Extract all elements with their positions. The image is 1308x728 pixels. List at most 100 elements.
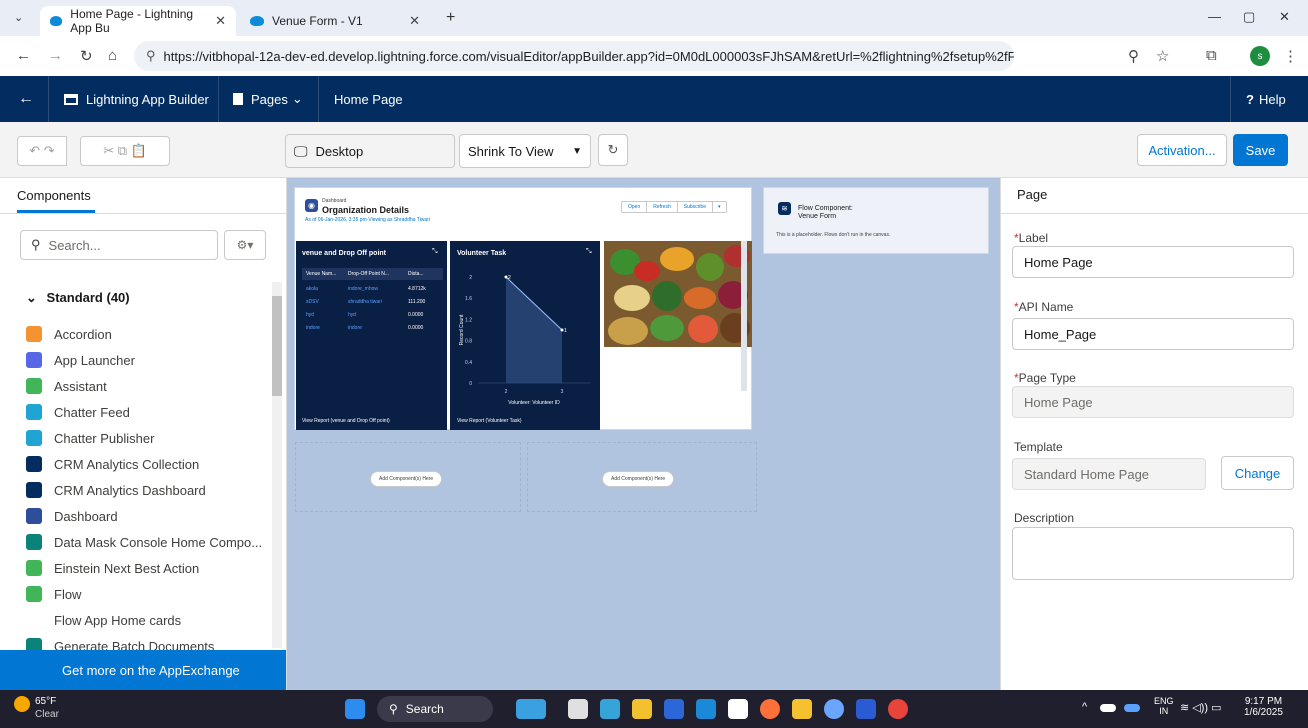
file-icon[interactable] bbox=[728, 699, 748, 719]
tab-venue-form[interactable]: Venue Form - V1 ✕ bbox=[240, 6, 430, 36]
component-item[interactable]: Accordion bbox=[26, 322, 112, 346]
site-info-icon[interactable]: ⚲ bbox=[146, 48, 156, 64]
refresh-button[interactable]: ↻ bbox=[598, 134, 628, 166]
windows-start-icon[interactable] bbox=[345, 699, 365, 719]
language-indicator[interactable]: ENG IN bbox=[1154, 696, 1174, 716]
tab-home-page[interactable]: Home Page - Lightning App Bu ✕ bbox=[40, 6, 236, 36]
change-template-button[interactable]: Change bbox=[1221, 456, 1294, 490]
view-report-link[interactable]: View Report (Volunteer Task) bbox=[457, 418, 522, 424]
zoom-select[interactable]: Shrink To View ▼ bbox=[459, 134, 591, 168]
flow-placeholder-note: This is a placeholder. Flows don't run i… bbox=[776, 232, 891, 238]
lang-code: ENG bbox=[1154, 696, 1174, 706]
home-icon[interactable]: ⌂ bbox=[108, 47, 117, 64]
expand-icon[interactable]: ⤡ bbox=[432, 248, 438, 256]
open-button[interactable]: Open bbox=[622, 202, 648, 212]
extensions-icon[interactable]: ⧉ bbox=[1206, 47, 1217, 64]
onedrive-icon[interactable] bbox=[1124, 704, 1140, 712]
table-cell: indore bbox=[306, 324, 320, 331]
close-window-icon[interactable]: ✕ bbox=[1279, 9, 1290, 25]
chevron-down-icon: ⌄ bbox=[291, 91, 303, 106]
store-icon[interactable] bbox=[632, 699, 652, 719]
add-component-button[interactable]: Add Component(s) Here bbox=[602, 471, 675, 487]
api-name-label: *API Name bbox=[1014, 300, 1074, 314]
clipboard-buttons[interactable]: ✂ ⧉ 📋 bbox=[80, 136, 170, 166]
tray-chevron-icon[interactable]: ^ bbox=[1082, 701, 1087, 713]
drop-region-left[interactable]: Add Component(s) Here bbox=[295, 442, 521, 512]
assistant-icon bbox=[26, 378, 42, 394]
component-item[interactable]: Flow App Home cards bbox=[26, 608, 181, 632]
address-bar[interactable]: ⚲ https://vitbhopal-12a-dev-ed.develop.l… bbox=[134, 41, 1014, 71]
pages-menu[interactable]: Pages ⌄ bbox=[233, 76, 303, 122]
linkedin-icon[interactable] bbox=[664, 699, 684, 719]
section-standard[interactable]: ⌄ Standard (40) bbox=[26, 290, 130, 306]
component-label: Assistant bbox=[54, 378, 107, 394]
component-item[interactable]: Einstein Next Best Action bbox=[26, 556, 199, 580]
component-item[interactable]: Assistant bbox=[26, 374, 107, 398]
undo-button[interactable]: ↶ ↷ bbox=[17, 136, 67, 166]
browser-menu-icon[interactable]: ⋮ bbox=[1283, 47, 1298, 65]
word-icon[interactable] bbox=[856, 699, 876, 719]
caret-down-icon[interactable]: ▾ bbox=[713, 202, 726, 212]
component-item[interactable]: Dashboard bbox=[26, 504, 118, 528]
component-item[interactable]: CRM Analytics Collection bbox=[26, 452, 199, 476]
bookmark-star-icon[interactable]: ☆ bbox=[1156, 47, 1169, 65]
weather-icon[interactable] bbox=[14, 696, 30, 712]
drop-region-right[interactable]: Add Component(s) Here bbox=[527, 442, 757, 512]
add-component-button[interactable]: Add Component(s) Here bbox=[370, 471, 443, 487]
description-textarea[interactable] bbox=[1012, 527, 1294, 580]
refresh-dash-button[interactable]: Refresh bbox=[647, 202, 678, 212]
components-tab[interactable]: Components bbox=[17, 188, 91, 203]
file-explorer-icon[interactable] bbox=[792, 699, 812, 719]
close-icon[interactable]: ✕ bbox=[409, 13, 420, 29]
device-selector[interactable]: 🖵 Desktop bbox=[285, 134, 455, 168]
firefox-icon[interactable] bbox=[760, 699, 780, 719]
scrollbar-track[interactable] bbox=[741, 241, 747, 391]
minimize-icon[interactable]: — bbox=[1208, 9, 1221, 24]
forward-icon[interactable]: → bbox=[48, 47, 63, 64]
scrollbar-thumb[interactable] bbox=[272, 296, 282, 396]
component-item[interactable]: Chatter Publisher bbox=[26, 426, 154, 450]
produce-image bbox=[604, 241, 752, 347]
new-tab-button[interactable]: + bbox=[446, 9, 455, 27]
appexchange-link[interactable]: Get more on the AppExchange bbox=[0, 650, 286, 690]
reload-icon[interactable]: ↻ bbox=[80, 47, 93, 65]
profile-avatar[interactable]: s bbox=[1250, 46, 1270, 66]
caret-down-icon: ▼ bbox=[572, 145, 582, 157]
mail-icon[interactable] bbox=[696, 699, 716, 719]
blank-icon bbox=[26, 612, 42, 628]
edge-icon[interactable] bbox=[600, 699, 620, 719]
widgets-icon[interactable] bbox=[516, 699, 546, 719]
dashboard-component[interactable]: ◉ Dashboard Organization Details As of 0… bbox=[294, 187, 752, 430]
zoom-icon[interactable]: ⚲ bbox=[1128, 47, 1139, 65]
search-input[interactable]: ⚲ Search... bbox=[20, 230, 218, 260]
component-item[interactable]: Chatter Feed bbox=[26, 400, 130, 424]
tab-list-icon[interactable]: ⌄ bbox=[14, 11, 23, 24]
task-view-icon[interactable] bbox=[568, 699, 588, 719]
x-tick-label: 2 bbox=[505, 389, 508, 395]
wifi-volume-battery-icon[interactable]: ≋ ◁)) ▭ bbox=[1180, 701, 1222, 714]
component-item[interactable]: CRM Analytics Dashboard bbox=[26, 478, 206, 502]
taskbar-search[interactable]: ⚲ Search bbox=[377, 696, 493, 722]
settings-button[interactable]: ⚙▾ bbox=[224, 230, 266, 260]
clock[interactable]: 9:17 PM 1/6/2025 bbox=[1244, 696, 1283, 718]
api-name-input[interactable]: Home_Page bbox=[1012, 318, 1294, 350]
back-arrow-icon[interactable]: ← bbox=[18, 76, 34, 122]
chrome-icon[interactable] bbox=[888, 699, 908, 719]
back-icon[interactable]: ← bbox=[16, 47, 31, 64]
component-item[interactable]: Data Mask Console Home Compo... bbox=[26, 530, 262, 554]
activation-button[interactable]: Activation... bbox=[1137, 134, 1227, 166]
restore-icon[interactable]: ▢ bbox=[1243, 9, 1255, 25]
app-icon[interactable] bbox=[824, 699, 844, 719]
subscribe-button[interactable]: Subscribe bbox=[678, 202, 713, 212]
label-input[interactable]: Home Page bbox=[1012, 246, 1294, 278]
component-item[interactable]: Flow bbox=[26, 582, 81, 606]
close-icon[interactable]: ✕ bbox=[215, 13, 226, 29]
component-item[interactable]: App Launcher bbox=[26, 348, 135, 372]
flow-component[interactable]: ≋ Flow Component: Venue Form This is a p… bbox=[763, 187, 989, 254]
help-link[interactable]: ? Help bbox=[1246, 76, 1286, 122]
view-report-link[interactable]: View Report (venue and Drop Off point) bbox=[302, 418, 390, 424]
table-row: hyd hyd 0.0000 bbox=[302, 309, 443, 320]
cloud-icon[interactable] bbox=[1100, 704, 1116, 712]
save-button[interactable]: Save bbox=[1233, 134, 1288, 166]
component-label: App Launcher bbox=[54, 352, 135, 368]
